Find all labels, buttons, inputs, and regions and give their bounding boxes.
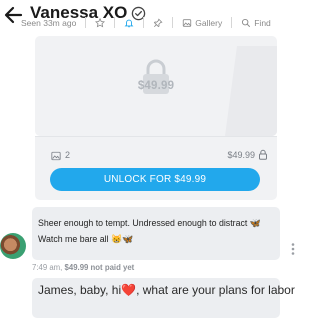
image-icon xyxy=(51,151,61,161)
media-count: 2 xyxy=(65,150,71,160)
image-icon xyxy=(183,18,192,27)
lock-icon xyxy=(259,149,267,160)
butterfly-emoji-icon: 🦋 xyxy=(249,218,261,228)
chat-toolbar: Seen 33m ago Gallery Find xyxy=(21,16,271,29)
notifications-button[interactable] xyxy=(124,18,134,28)
avatar[interactable] xyxy=(0,233,26,259)
gallery-label: Gallery xyxy=(195,17,223,28)
pin-button[interactable] xyxy=(153,17,163,28)
more-vertical-icon[interactable] xyxy=(289,242,297,256)
locked-post-footer: 2 $49.99 UNLOCK FOR $49.99 xyxy=(35,136,277,200)
message-text-part2: Watch me bare all xyxy=(38,234,112,244)
post-price: $49.99 xyxy=(227,150,255,160)
message-bubble[interactable]: James, baby, hi❤️, what are your plans f… xyxy=(32,278,295,318)
divider xyxy=(143,17,145,28)
divider xyxy=(114,17,116,28)
message-text: Sheer enough to tempt. Undressed enough … xyxy=(38,215,278,247)
find-label: Find xyxy=(254,17,271,28)
favorite-button[interactable] xyxy=(95,17,106,28)
message-bubble[interactable]: Sheer enough to tempt. Undressed enough … xyxy=(32,207,280,260)
cat-emoji-icon: 😸 xyxy=(111,234,123,244)
locked-price-overlay: $49.99 xyxy=(137,80,175,92)
unlock-button[interactable]: UNLOCK FOR $49.99 xyxy=(50,168,260,191)
star-icon xyxy=(95,17,106,27)
divider xyxy=(172,17,174,28)
butterfly-emoji-icon: 🦋 xyxy=(122,234,134,244)
payment-status: $49.99 not paid yet xyxy=(64,263,135,272)
pin-icon xyxy=(154,17,163,27)
last-seen-status: Seen 33m ago xyxy=(21,17,77,28)
message-meta: 7:49 am, $49.99 not paid yet xyxy=(32,263,134,272)
message-time: 7:49 am, xyxy=(32,263,63,272)
find-button[interactable]: Find xyxy=(241,18,271,28)
divider xyxy=(85,17,87,28)
search-icon xyxy=(242,18,251,27)
message-text-part1: Sheer enough to tempt. Undressed enough … xyxy=(38,218,250,228)
bell-icon xyxy=(124,19,134,27)
locked-media-preview[interactable]: $49.99 xyxy=(35,36,277,136)
gallery-button[interactable]: Gallery xyxy=(182,18,222,28)
divider xyxy=(231,17,233,28)
message-text: James, baby, hi❤️, what are your plans f… xyxy=(38,283,295,297)
